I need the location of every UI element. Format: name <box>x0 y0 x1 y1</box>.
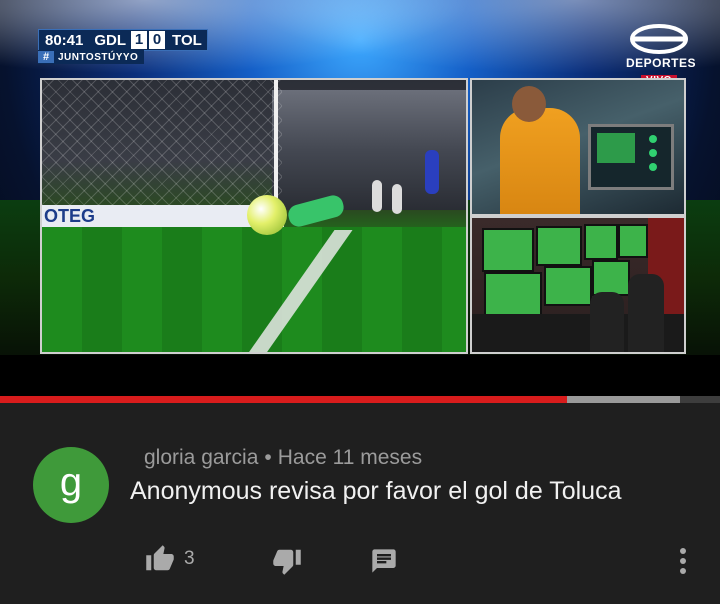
like-count: 3 <box>184 548 195 569</box>
comment-author[interactable]: gloria garcia <box>144 446 258 469</box>
var-screen <box>592 260 630 296</box>
home-score: 1 <box>131 31 148 49</box>
grass <box>42 227 466 352</box>
dislike-button[interactable] <box>271 543 303 575</box>
video-progress-bar[interactable] <box>0 396 720 403</box>
match-clock: 80:41 <box>45 31 84 49</box>
comment-meta: gloria garcia • Hace 11 meses <box>144 446 422 470</box>
var-monitor-screen <box>597 133 635 163</box>
more-vert-icon <box>680 548 686 574</box>
like-button[interactable]: 3 <box>144 543 195 575</box>
monitor-light <box>649 163 657 171</box>
player-defender <box>392 184 402 214</box>
hash-icon: # <box>38 51 54 63</box>
var-screen <box>484 272 542 316</box>
var-referee-frame <box>470 78 686 216</box>
avatar-letter: g <box>59 459 83 504</box>
monitor-light <box>649 149 657 157</box>
avatar[interactable]: g <box>33 447 109 523</box>
broadcaster-name: DEPORTES <box>626 56 697 70</box>
var-operator <box>590 292 624 352</box>
monitor-light <box>649 135 657 143</box>
thumbs-up-icon <box>146 545 174 571</box>
referee <box>500 108 580 214</box>
progress-buffered <box>567 396 680 403</box>
away-team: TOL <box>172 31 202 49</box>
reply-button[interactable] <box>370 543 398 575</box>
progress-played <box>0 396 567 403</box>
video-letterbox <box>0 355 720 396</box>
main-camera-frame: OTEG <box>40 78 468 354</box>
comment-text: Anonymous revisa por favor el gol de Tol… <box>130 477 622 505</box>
var-room-frame <box>470 216 686 354</box>
referee-head <box>512 86 546 122</box>
more-options-button[interactable] <box>673 543 693 575</box>
away-score: 0 <box>149 31 166 49</box>
player-defender <box>372 180 382 212</box>
var-screen <box>482 228 534 272</box>
hashtag-text: JUNTOSTÚYYO <box>58 51 139 63</box>
var-screen <box>544 266 592 306</box>
var-operator <box>628 274 664 352</box>
ball <box>247 195 287 235</box>
var-monitor <box>588 124 674 190</box>
home-team: GDL <box>94 31 127 49</box>
scoreboard: 80:41 GDL 1 0 TOL <box>38 29 208 51</box>
reply-comment-icon <box>372 549 396 573</box>
comment-actions: 3 <box>0 543 720 579</box>
broadcaster-logo-icon <box>630 24 688 54</box>
thumbs-down-icon <box>273 549 301 575</box>
comment-time[interactable]: Hace 11 meses <box>278 446 422 469</box>
hashtag-banner: # JUNTOSTÚYYO <box>38 50 145 64</box>
video-player[interactable]: 80:41 GDL 1 0 TOL # JUNTOSTÚYYO DEPORTES… <box>0 0 720 396</box>
var-screen <box>618 224 648 258</box>
var-screen <box>584 224 618 260</box>
player-attacker <box>425 150 439 194</box>
goal-net <box>42 80 282 220</box>
meta-separator: • <box>264 446 272 469</box>
var-screen <box>536 226 582 266</box>
